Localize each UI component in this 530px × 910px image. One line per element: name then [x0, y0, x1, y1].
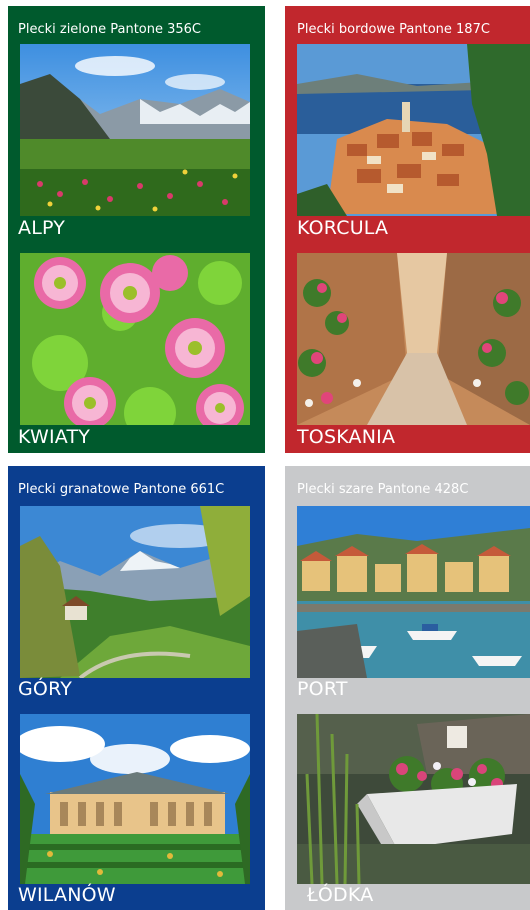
photo-caption: WILANÓW — [18, 884, 116, 906]
photo-caption: ALPY — [18, 217, 66, 239]
boat-with-flowers-photo — [297, 714, 530, 884]
alpine-meadow-photo — [20, 44, 250, 216]
panel-title: Plecki szare Pantone 428C — [297, 482, 469, 497]
harbour-port-photo — [297, 506, 530, 678]
panel-burgundy: Plecki bordowe Pantone 187C KORCULA TOSK… — [285, 6, 530, 453]
photo-caption: KWIATY — [18, 426, 91, 448]
photo-caption: PORT — [297, 678, 348, 700]
panel-grey: Plecki szare Pantone 428C PORT ŁÓDKA — [285, 466, 530, 910]
panel-green: Plecki zielone Pantone 356C ALPY KWIATY — [8, 6, 265, 453]
panel-navy: Plecki granatowe Pantone 661C GÓRY WILAN… — [8, 466, 265, 910]
panel-title: Plecki bordowe Pantone 187C — [297, 22, 490, 37]
photo-caption: KORCULA — [297, 217, 389, 239]
pink-green-flowers-photo — [20, 253, 250, 425]
wilanow-palace-photo — [20, 714, 250, 884]
photo-caption: ŁÓDKA — [307, 884, 374, 906]
panel-title: Plecki granatowe Pantone 661C — [18, 482, 225, 497]
mountain-valley-photo — [20, 506, 250, 678]
korcula-town-photo — [297, 44, 530, 216]
tuscany-street-photo — [297, 253, 530, 425]
panel-title: Plecki zielone Pantone 356C — [18, 22, 202, 37]
photo-caption: GÓRY — [18, 678, 73, 700]
photo-caption: TOSKANIA — [297, 426, 396, 448]
